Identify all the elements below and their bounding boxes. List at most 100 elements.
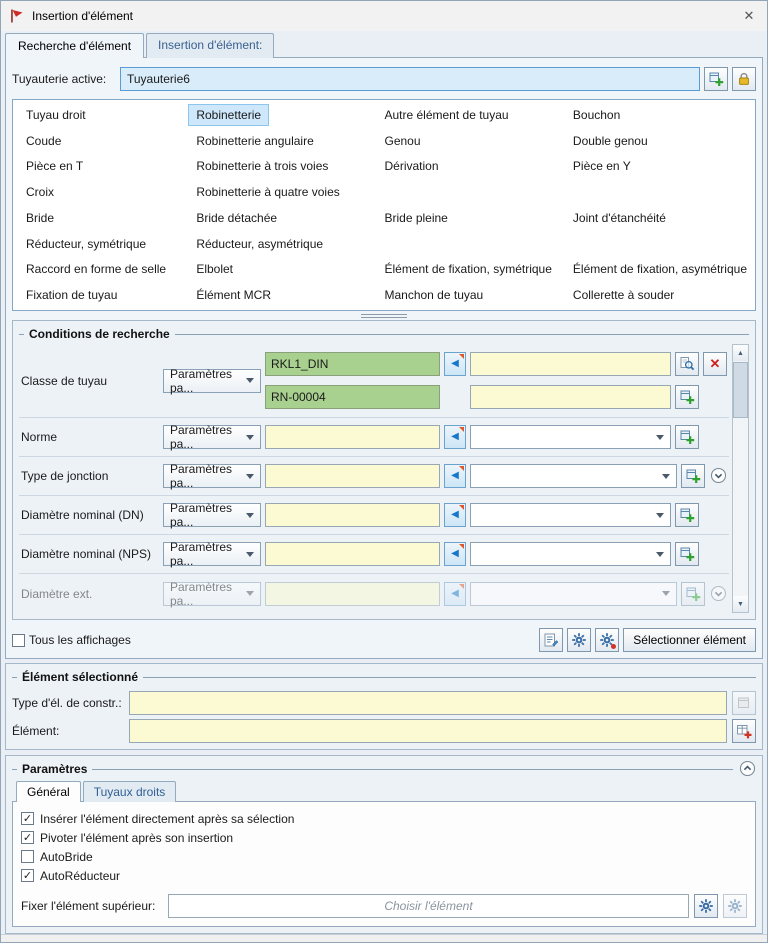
add-condition-button[interactable] <box>675 385 699 409</box>
option-label: AutoRéducteur <box>40 868 121 883</box>
list-item[interactable]: Bouchon <box>560 102 755 128</box>
expand-row-button[interactable] <box>709 585 727 603</box>
new-pipeline-button[interactable] <box>704 67 728 91</box>
list-item[interactable]: Dérivation <box>371 154 559 180</box>
conditions-group: Conditions de recherche Classe de tuyau … <box>12 320 756 620</box>
transfer-left-button[interactable]: ◀ <box>444 464 466 488</box>
scroll-track[interactable] <box>733 361 748 596</box>
settings-button[interactable] <box>567 628 592 652</box>
construction-type-field[interactable] <box>129 691 727 715</box>
collapse-group-button[interactable] <box>738 760 756 778</box>
edit-form-button[interactable] <box>539 628 564 652</box>
parameters-tabstrip: Général Tuyaux droits <box>12 781 756 802</box>
tab-insertion-element[interactable]: Insertion d'élément: <box>146 33 275 58</box>
select-element-button[interactable]: Sélectionner élément <box>623 628 756 652</box>
param-source-dropdown[interactable]: Paramètres pa... <box>163 367 261 395</box>
add-condition-button[interactable] <box>675 425 699 449</box>
transfer-left-button[interactable]: ◀ <box>444 503 466 527</box>
list-item[interactable]: Double genou <box>560 128 755 154</box>
add-element-button[interactable] <box>732 719 756 743</box>
all-views-checkbox[interactable]: ✓ <box>12 633 25 647</box>
transfer-left-button[interactable]: ◀ <box>444 542 466 566</box>
search-value-field[interactable] <box>265 503 440 527</box>
search-tab-page: Tuyauterie active: Tuyauterie6 Tuyau dro… <box>5 57 763 659</box>
list-item[interactable]: Robinetterie à quatre voies <box>183 179 371 205</box>
scroll-down-icon[interactable]: ▼ <box>733 596 748 612</box>
list-item[interactable]: Bride pleine <box>371 205 559 231</box>
chevron-down-icon <box>656 434 664 440</box>
list-item[interactable]: Tuyau droit <box>13 102 183 128</box>
transfer-left-button[interactable]: ◀ <box>444 352 466 376</box>
value-dropdown[interactable] <box>470 503 671 527</box>
add-condition-button[interactable] <box>681 464 705 488</box>
scroll-up-icon[interactable]: ▲ <box>733 345 748 361</box>
param-source-dropdown[interactable]: Paramètres pa... <box>163 462 261 490</box>
list-item[interactable]: Pièce en Y <box>560 154 755 180</box>
autoreducteur-checkbox[interactable]: ✓ <box>21 869 34 882</box>
list-item[interactable]: Robinetterie angulaire <box>183 128 371 154</box>
list-item[interactable]: Croix <box>13 179 183 205</box>
value-dropdown <box>470 581 677 606</box>
pipe-class-value-field-2[interactable]: RN-00004 <box>265 385 440 409</box>
search-value-field[interactable] <box>265 542 440 566</box>
add-condition-button[interactable] <box>675 542 699 566</box>
list-item[interactable]: Elbolet <box>183 257 371 283</box>
list-item-selected[interactable]: Robinetterie <box>183 102 371 128</box>
add-condition-button[interactable] <box>675 503 699 527</box>
active-pipeline-field[interactable]: Tuyauterie6 <box>120 67 700 91</box>
list-item[interactable]: Joint d'étanchéité <box>560 205 755 231</box>
list-item[interactable]: Élément MCR <box>183 282 371 308</box>
search-value-field[interactable] <box>265 425 440 449</box>
option-row: ✓ AutoBride <box>21 847 747 866</box>
value-dropdown[interactable] <box>470 542 671 566</box>
settings-alt-button[interactable] <box>595 628 620 652</box>
list-item[interactable]: Élément de fixation, asymétrique <box>560 257 755 283</box>
chevron-down-circle-icon <box>710 585 727 602</box>
close-icon[interactable]: ✕ <box>731 1 767 31</box>
param-source-dropdown[interactable]: Paramètres pa... <box>163 501 261 529</box>
splitter-handle[interactable] <box>12 311 756 320</box>
conditions-scrollbar[interactable]: ▲ ▼ <box>732 344 749 613</box>
param-source-dropdown[interactable]: Paramètres pa... <box>163 540 261 568</box>
autobride-checkbox[interactable]: ✓ <box>21 850 34 863</box>
scroll-thumb[interactable] <box>733 362 748 418</box>
list-item[interactable]: Réducteur, asymétrique <box>183 231 371 257</box>
clear-condition-button[interactable]: ✕ <box>703 352 727 376</box>
expand-row-button[interactable] <box>709 467 727 485</box>
list-item[interactable]: Bride détachée <box>183 205 371 231</box>
lock-pipeline-button[interactable] <box>732 67 756 91</box>
list-item[interactable]: Collerette à souder <box>560 282 755 308</box>
search-value-field[interactable] <box>470 385 671 409</box>
list-item[interactable]: Autre élément de tuyau <box>371 102 559 128</box>
list-item[interactable]: Fixation de tuyau <box>13 282 183 308</box>
tab-general[interactable]: Général <box>16 781 81 802</box>
search-value-field[interactable] <box>470 352 671 376</box>
list-item[interactable]: Robinetterie à trois voies <box>183 154 371 180</box>
transfer-left-button[interactable]: ◀ <box>444 425 466 449</box>
element-field[interactable] <box>129 719 727 743</box>
insert-after-selection-checkbox[interactable]: ✓ <box>21 812 34 825</box>
list-item[interactable]: Réducteur, symétrique <box>13 231 183 257</box>
choose-element-button[interactable] <box>694 894 718 918</box>
value-dropdown[interactable] <box>470 464 677 488</box>
list-item[interactable]: Bride <box>13 205 183 231</box>
window-plus-icon <box>679 507 695 523</box>
tab-tuyaux-droits[interactable]: Tuyaux droits <box>82 781 177 802</box>
param-source-dropdown[interactable]: Paramètres pa... <box>163 423 261 451</box>
search-value-field[interactable] <box>265 464 440 488</box>
preview-button[interactable] <box>675 352 699 376</box>
pipe-class-value-field[interactable]: RKL1_DIN <box>265 352 440 376</box>
tab-recherche-element[interactable]: Recherche d'élément <box>5 33 145 58</box>
window-plus-icon <box>679 389 695 405</box>
list-item[interactable]: Raccord en forme de selle <box>13 257 183 283</box>
conditions-title: Conditions de recherche <box>29 327 170 341</box>
table-plus-icon <box>736 723 752 739</box>
rotate-after-insert-checkbox[interactable]: ✓ <box>21 831 34 844</box>
list-item[interactable]: Manchon de tuyau <box>371 282 559 308</box>
list-item[interactable]: Genou <box>371 128 559 154</box>
fix-superior-field[interactable]: Choisir l'élément <box>168 894 689 918</box>
value-dropdown[interactable] <box>470 425 671 449</box>
list-item[interactable]: Élément de fixation, symétrique <box>371 257 559 283</box>
list-item[interactable]: Coude <box>13 128 183 154</box>
list-item[interactable]: Pièce en T <box>13 154 183 180</box>
